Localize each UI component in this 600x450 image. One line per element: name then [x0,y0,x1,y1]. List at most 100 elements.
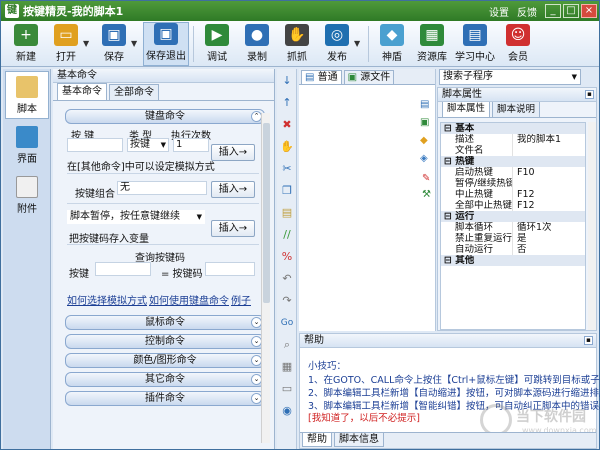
open-button[interactable]: ▭ 打开 [47,22,85,66]
publish-dropdown-icon[interactable]: ▼ [354,39,362,48]
property-scrollbar[interactable] [588,122,596,330]
redo-icon[interactable]: ↷ [280,294,294,308]
control-section-header[interactable]: 控制命令 ⌄ [65,334,265,349]
pin-icon[interactable]: ▪ [584,336,593,345]
learn-center-button[interactable]: ▤ 学习中心 [453,22,497,66]
property-row[interactable]: 禁止重复运行是 [441,233,585,244]
shield-button[interactable]: ◆ 神盾 [373,22,411,66]
new-button[interactable]: + 新建 [7,22,45,66]
property-row[interactable]: 脚本循环 循环1次 [441,222,585,233]
find-icon[interactable]: ⌕ [280,338,294,352]
search-subroutine-select[interactable]: 搜索子程序 ▼ [439,69,581,85]
property-value[interactable]: F12 [513,189,585,200]
insert-key-button[interactable]: 插入→ [211,144,255,161]
open-dropdown-icon[interactable]: ▼ [83,39,91,48]
count-input[interactable]: 1 [173,138,209,152]
tab-interface[interactable]: 界面 [5,121,49,169]
tab-script-description[interactable]: 脚本说明 [492,101,541,117]
minimize-button[interactable]: _ [545,4,561,18]
tab-help[interactable]: 帮助 [302,433,332,447]
link-keyboard-usage[interactable]: 如何使用键盘命令 [149,292,229,307]
property-category[interactable]: ⊟ 其他 [441,255,585,266]
pause-select[interactable]: 脚本暂停，按任意键继续 ▼ [67,210,205,224]
paste-icon[interactable]: ▤ [280,206,294,220]
dismiss-tip-link[interactable]: [我知道了，以后不必提示] [308,410,420,424]
move-down-icon[interactable]: ↓ [280,74,294,88]
property-row[interactable]: 文件名 [441,145,585,156]
property-row[interactable]: 描述 我的脚本1 [441,134,585,145]
tab-normal[interactable]: ▤ 普通 [301,70,342,84]
color-section-header[interactable]: 颜色/图形命令 ⌄ [65,353,265,368]
publish-button[interactable]: ◎ 发布 [318,22,356,66]
settings-link[interactable]: 设置 [489,4,509,19]
combo-input[interactable]: 无 [117,181,207,195]
comment-icon[interactable]: // [280,228,294,242]
member-button[interactable]: ☺ 会员 [499,22,537,66]
link-simulation-mode[interactable]: 如何选择模拟方式 [67,292,147,307]
move-up-icon[interactable]: ↑ [280,96,294,110]
feedback-link[interactable]: 反馈 [517,4,537,19]
properties-icon[interactable]: ▣ [420,117,434,129]
tab-script-info[interactable]: 脚本信息 [334,433,384,447]
close-button[interactable]: × [581,4,597,18]
property-value[interactable]: 我的脚本1 [513,134,585,145]
record-button[interactable]: ● 录制 [238,22,276,66]
tab-attachment[interactable]: 附件 [5,171,49,219]
resource-icon[interactable]: ◆ [420,135,434,147]
property-row[interactable]: 中止热键 F12 [441,189,585,200]
scrollbar-thumb[interactable] [263,123,270,303]
plugin-section-header[interactable]: 插件命令 ⌄ [65,391,265,406]
debug-button[interactable]: ▶ 调试 [198,22,236,66]
pin-icon[interactable]: ▪ [585,90,594,99]
goto-icon[interactable]: Go [280,316,294,330]
property-value[interactable] [513,145,585,156]
link-example[interactable]: 例子 [231,292,251,307]
tab-source[interactable]: ▣ 源文件 [343,70,395,84]
property-row[interactable]: 暂停/继续热键 [441,178,585,189]
uncomment-icon[interactable]: % [280,250,294,264]
resource-button[interactable]: ▦ 资源库 [413,22,451,66]
panel-scrollbar[interactable] [261,113,270,443]
copy-icon[interactable]: ❐ [280,184,294,198]
property-category[interactable]: ⊟ 基本 [441,123,585,134]
variable-icon[interactable]: ◈ [420,153,434,165]
property-value[interactable]: F10 [513,167,585,178]
property-row[interactable]: 启动热键 F10 [441,167,585,178]
keyboard-section-header[interactable]: 键盘命令 ⌃ [65,109,265,124]
script-editor[interactable]: ▤ 普通 ▣ 源文件 [299,69,436,331]
hand-icon[interactable]: ✋ [280,140,294,154]
bookmark-icon[interactable]: ▭ [280,382,294,396]
cut-icon[interactable]: ✂ [280,162,294,176]
grab-button[interactable]: ✋ 抓抓 [278,22,316,66]
insert-pause-button[interactable]: 插入→ [211,220,255,237]
property-category[interactable]: ⊟ 热键 [441,156,585,167]
tab-basic-commands[interactable]: 基本命令 [57,83,107,100]
key-input[interactable] [67,138,123,152]
property-value[interactable] [513,178,585,189]
save-button[interactable]: ▣ 保存 [95,22,133,66]
insert-combo-button[interactable]: 插入→ [211,181,255,198]
undo-icon[interactable]: ↶ [280,272,294,286]
delete-icon[interactable]: ✖ [280,118,294,132]
property-value[interactable]: F12 [513,200,585,211]
tab-script[interactable]: 脚本 [5,71,49,119]
property-row[interactable]: 全部中止热键 F12 [441,200,585,211]
tab-all-commands[interactable]: 全部命令 [109,84,159,100]
property-category[interactable]: ⊟ 运行 [441,211,585,222]
property-value[interactable]: 是 [513,233,585,244]
type-select[interactable]: 按键 ▼ [127,138,169,152]
save-exit-button[interactable]: ▣ 保存退出 [143,22,189,66]
other-section-header[interactable]: 其它命令 ⌄ [65,372,265,387]
query-key-input[interactable] [95,262,151,276]
print-icon[interactable]: ▦ [280,360,294,374]
mouse-section-header[interactable]: 鼠标命令 ⌄ [65,315,265,330]
property-grid[interactable]: ⊟ 基本 描述 我的脚本1 文件名 ⊟ 热键 启动热键 F10 暂停/继续热键 中止热键 F12 全… [440,122,586,330]
property-value[interactable]: 否 [513,244,585,255]
save-dropdown-icon[interactable]: ▼ [131,39,139,48]
tool-icon[interactable]: ✎ [422,173,434,185]
maximize-button[interactable]: □ [563,4,579,18]
wrench-icon[interactable]: ⚒ [422,189,434,201]
script-list-icon[interactable]: ▤ [420,99,434,111]
tab-script-properties[interactable]: 脚本属性 [442,100,491,117]
info-icon[interactable]: ◉ [280,404,294,418]
